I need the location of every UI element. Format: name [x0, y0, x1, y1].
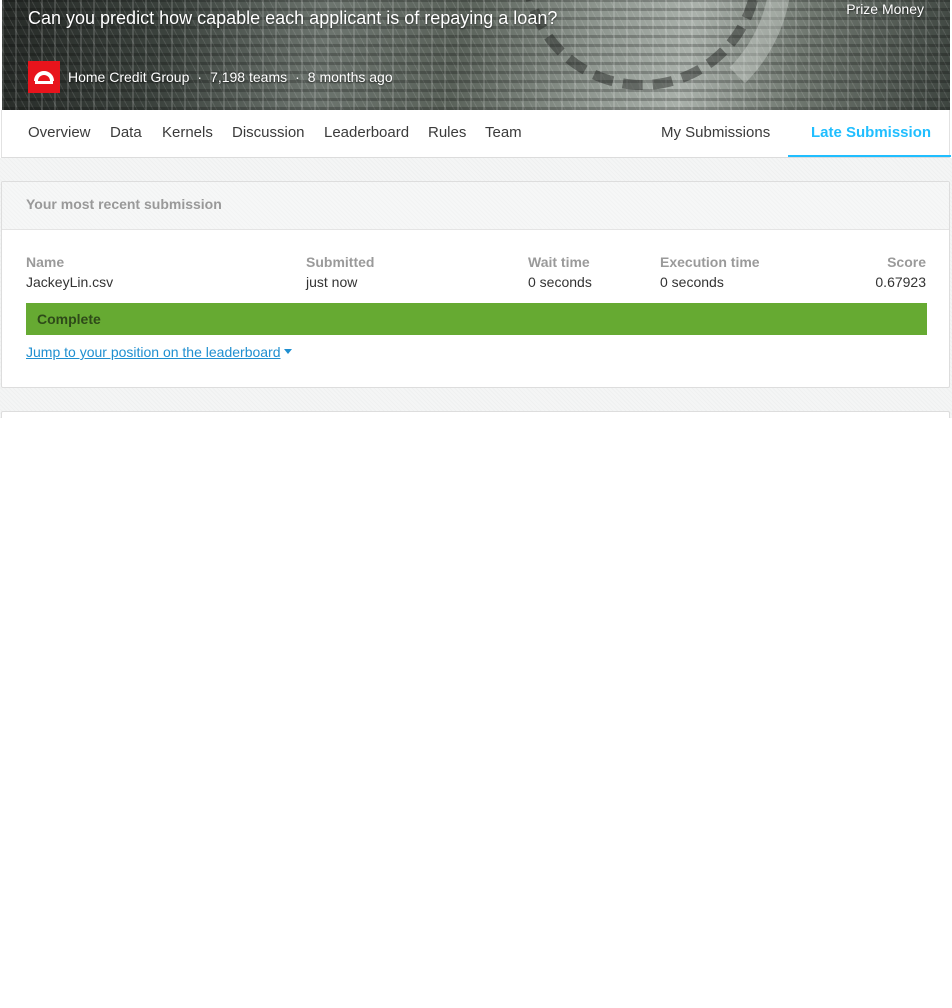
recent-submission-card: Your most recent submission Name JackeyL…: [1, 181, 950, 388]
column-header-score: Score: [887, 254, 926, 270]
tab-my-submissions[interactable]: My Submissions: [661, 124, 770, 141]
meta-separator: ·: [295, 69, 300, 85]
competition-tabs: Overview Data Kernels Discussion Leaderb…: [1, 110, 951, 158]
caret-down-icon: [283, 349, 292, 354]
status-text: Complete: [37, 311, 101, 327]
card-header: Your most recent submission: [2, 182, 949, 230]
time-ago: 8 months ago: [307, 69, 393, 85]
tab-overview[interactable]: Overview: [28, 124, 91, 141]
tab-late-submission[interactable]: Late Submission: [811, 124, 931, 141]
host-name-link[interactable]: Home Credit Group: [68, 69, 189, 85]
prize-money-label: Prize Money: [846, 1, 924, 17]
column-header-wait-time: Wait time: [528, 254, 590, 270]
tab-team[interactable]: Team: [485, 124, 522, 141]
teams-count[interactable]: 7,198 teams: [210, 69, 287, 85]
submission-file-name: JackeyLin.csv: [26, 274, 114, 290]
jump-to-leaderboard-link[interactable]: Jump to your position on the leaderboard: [26, 344, 292, 360]
competition-meta: Home Credit Group · 7,198 teams · 8 months a…: [68, 69, 401, 85]
active-tab-indicator: [788, 155, 951, 157]
tab-rules[interactable]: Rules: [428, 124, 466, 141]
tab-leaderboard[interactable]: Leaderboard: [324, 124, 409, 141]
execution-time-value: 0 seconds: [660, 274, 724, 290]
page: Can you predict how capable each applica…: [0, 0, 952, 1008]
tab-kernels[interactable]: Kernels: [162, 124, 213, 141]
wait-time-value: 0 seconds: [528, 274, 592, 290]
tab-data[interactable]: Data: [110, 124, 142, 141]
tab-discussion[interactable]: Discussion: [232, 124, 305, 141]
competition-header: Can you predict how capable each applica…: [2, 0, 950, 110]
next-card: [1, 411, 950, 418]
submitted-value: just now: [306, 274, 358, 290]
column-header-name: Name: [26, 254, 65, 270]
card-heading: Your most recent submission: [26, 196, 222, 212]
meta-separator: ·: [197, 69, 203, 85]
score-value: 0.67923: [875, 274, 926, 290]
jump-link-label: Jump to your position on the leaderboard: [26, 344, 281, 360]
column-header-submitted: Submitted: [306, 254, 375, 270]
status-bar: Complete: [26, 303, 927, 335]
column-header-execution-time: Execution time: [660, 254, 760, 270]
host-logo-icon[interactable]: [28, 61, 60, 93]
competition-title: Can you predict how capable each applica…: [28, 8, 558, 28]
